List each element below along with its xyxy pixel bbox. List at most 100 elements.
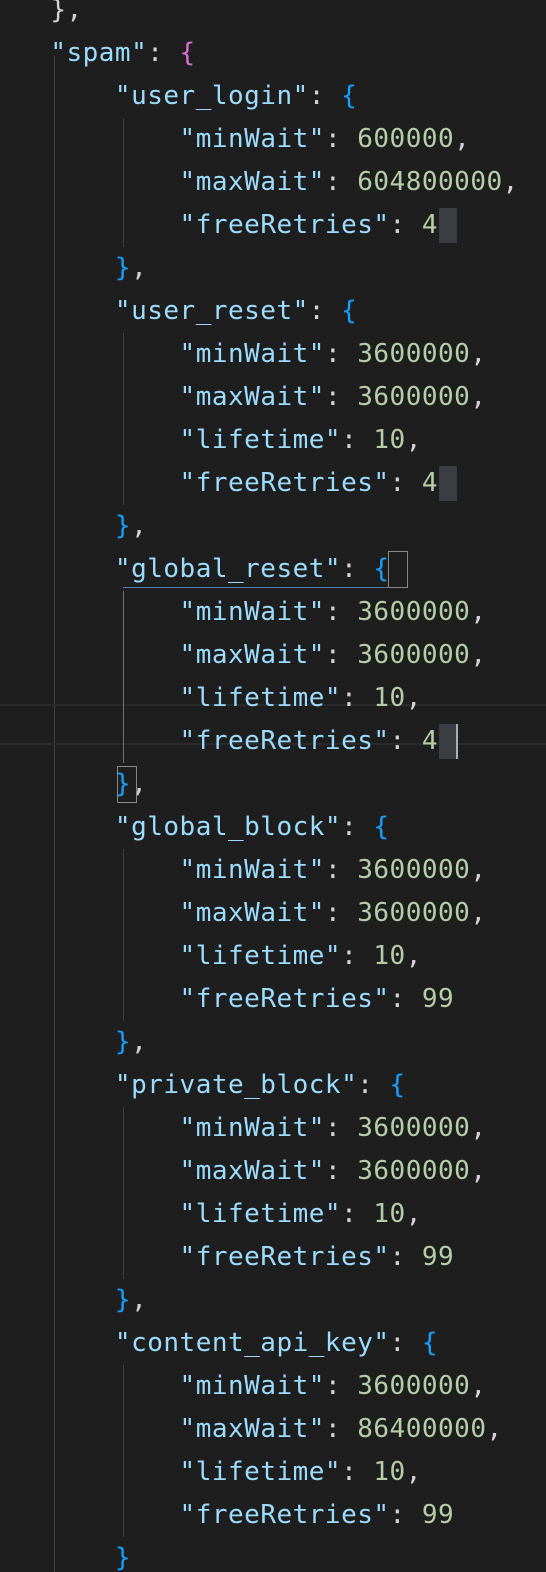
- token-ws: [18, 1156, 180, 1186]
- code-line[interactable]: "maxWait": 3600000,: [18, 634, 486, 677]
- token-punc: :: [324, 167, 358, 197]
- code-line[interactable]: "maxWait": 604800000,: [18, 161, 519, 204]
- code-line[interactable]: },: [18, 1021, 147, 1064]
- code-line[interactable]: "lifetime": 10,: [18, 1193, 422, 1236]
- code-line[interactable]: "content_api_key": {: [18, 1322, 438, 1365]
- code-line[interactable]: },: [18, 247, 147, 290]
- token-ws: [18, 1199, 180, 1229]
- token-ws: [18, 0, 50, 25]
- token-punc: :: [324, 855, 358, 885]
- token-punc: :: [324, 898, 358, 928]
- token-ws: [18, 941, 180, 971]
- token-key: "global_block": [114, 812, 342, 842]
- token-key: "minWait": [179, 339, 325, 369]
- token-ws: [18, 382, 180, 412]
- token-ws: [18, 425, 180, 455]
- token-ws: [18, 1500, 180, 1530]
- code-line[interactable]: "freeRetries": 4: [18, 462, 438, 505]
- code-line[interactable]: "maxWait": 3600000,: [18, 376, 486, 419]
- token-punc: :: [341, 941, 374, 971]
- token-ws: [18, 1070, 115, 1100]
- code-line[interactable]: "maxWait": 86400000,: [18, 1408, 503, 1451]
- token-num: 99: [421, 1242, 455, 1272]
- token-punc: ,: [470, 597, 487, 627]
- token-num: 3600000: [357, 898, 471, 928]
- token-punc: :: [324, 640, 358, 670]
- token-punc: :: [324, 1371, 358, 1401]
- code-line[interactable]: "lifetime": 10,: [18, 677, 422, 720]
- code-line[interactable]: "freeRetries": 99: [18, 1494, 454, 1537]
- code-line[interactable]: "global_block": {: [18, 806, 390, 849]
- code-line[interactable]: },: [18, 505, 147, 548]
- code-line[interactable]: "minWait": 600000,: [18, 118, 470, 161]
- code-line[interactable]: "user_login": {: [18, 75, 357, 118]
- code-line[interactable]: },: [18, 1279, 147, 1322]
- code-line[interactable]: "freeRetries": 99: [18, 1236, 454, 1279]
- token-punc: :: [389, 1242, 422, 1272]
- token-num: 3600000: [357, 597, 471, 627]
- token-key: "minWait": [179, 1371, 325, 1401]
- token-punc: :: [389, 726, 422, 756]
- token-punc: :: [324, 1156, 358, 1186]
- code-editor[interactable]: }, "spam": { "user_login": { "minWait": …: [0, 0, 546, 1572]
- code-line[interactable]: "lifetime": 10,: [18, 419, 422, 462]
- token-key: "lifetime": [179, 941, 342, 971]
- code-line[interactable]: "lifetime": 10,: [18, 1451, 422, 1494]
- token-num: 10: [373, 683, 406, 713]
- token-ws: [18, 1371, 180, 1401]
- code-line[interactable]: "maxWait": 3600000,: [18, 892, 486, 935]
- token-brace: {: [389, 1070, 406, 1100]
- indent-guide: [123, 591, 124, 763]
- code-line[interactable]: "freeRetries": 4: [18, 204, 438, 247]
- code-line[interactable]: "user_reset": {: [18, 290, 357, 333]
- token-ws: [18, 855, 180, 885]
- code-line[interactable]: "spam": {: [18, 32, 196, 75]
- token-punc: :: [389, 984, 422, 1014]
- token-key: "freeRetries": [179, 1500, 390, 1530]
- code-line[interactable]: "freeRetries": 99: [18, 978, 454, 1021]
- token-punc: ,: [131, 1285, 148, 1315]
- code-line[interactable]: "minWait": 3600000,: [18, 591, 486, 634]
- code-line[interactable]: }: [18, 1537, 131, 1572]
- token-num: 600000: [357, 124, 455, 154]
- token-num: 604800000: [357, 167, 503, 197]
- code-line[interactable]: "maxWait": 3600000,: [18, 1150, 486, 1193]
- code-line[interactable]: "private_block": {: [18, 1064, 406, 1107]
- token-brace: }: [114, 1285, 132, 1315]
- token-ws: [18, 1328, 115, 1358]
- token-ws: [18, 511, 115, 541]
- token-num: 10: [373, 425, 406, 455]
- token-key: "minWait": [179, 1113, 325, 1143]
- code-line[interactable]: "global_reset": {: [18, 548, 390, 591]
- token-brace: }: [114, 253, 132, 283]
- token-key: "minWait": [179, 855, 325, 885]
- token-key: "content_api_key": [114, 1328, 390, 1358]
- code-line[interactable]: "minWait": 3600000,: [18, 333, 486, 376]
- token-ws: [18, 1414, 180, 1444]
- token-num: 3600000: [357, 339, 471, 369]
- token-ws: [18, 726, 180, 756]
- indent-guide: [123, 1107, 124, 1279]
- code-line[interactable]: "minWait": 3600000,: [18, 849, 486, 892]
- token-ws: [18, 253, 115, 283]
- selection-highlight: [438, 466, 457, 501]
- token-key: "minWait": [179, 597, 325, 627]
- token-brace: {: [341, 81, 358, 111]
- token-punc: ,: [454, 124, 471, 154]
- token-punc: :: [341, 554, 374, 584]
- code-line[interactable]: "lifetime": 10,: [18, 935, 422, 978]
- token-brace: }: [114, 511, 132, 541]
- code-line[interactable]: "freeRetries": 4: [18, 720, 438, 763]
- indent-guide: [123, 1365, 124, 1537]
- selection-highlight: [438, 724, 457, 759]
- code-line[interactable]: "minWait": 3600000,: [18, 1107, 486, 1150]
- token-punc: ,: [405, 683, 422, 713]
- token-punc: ,: [405, 1199, 422, 1229]
- code-line[interactable]: "minWait": 3600000,: [18, 1365, 486, 1408]
- token-punc: :: [341, 1457, 374, 1487]
- token-ws: [18, 296, 115, 326]
- token-key: "maxWait": [179, 640, 325, 670]
- bracket-match-open: [387, 551, 408, 588]
- token-key: "global_reset": [114, 554, 342, 584]
- code-line[interactable]: },: [18, 0, 83, 32]
